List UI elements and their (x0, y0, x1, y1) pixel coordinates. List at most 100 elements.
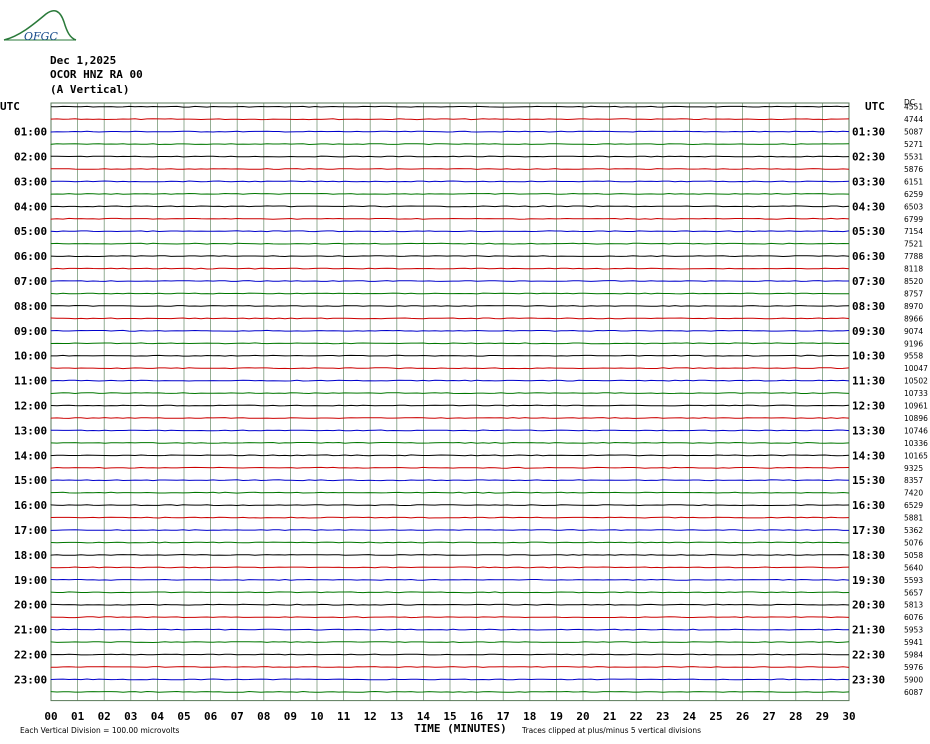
right-hour-labels: 01:30 02:30 03:30 04:30 05:30 06:30 07:30 08:30… (852, 126, 885, 687)
seismic-trace (50, 230, 850, 233)
left-hour-label: 14:00 (14, 449, 47, 462)
trace-count-label: 9558 (904, 352, 923, 361)
trace-count-labels: 4551474450875271553158766151625965036799… (904, 103, 928, 697)
right-hour-label: 22:30 (852, 649, 885, 662)
left-hour-label: 01:00 (14, 126, 47, 139)
x-tick-label: 27 (763, 710, 776, 723)
seismic-trace (50, 404, 850, 407)
trace-count-label: 5058 (904, 551, 923, 560)
trace-count-label: 5900 (904, 675, 923, 684)
trace-count-label: 7788 (904, 252, 923, 261)
trace-count-label: 10502 (904, 377, 928, 386)
trace-count-label: 5953 (904, 626, 923, 635)
trace-count-label: 5976 (904, 663, 923, 672)
x-tick-label: 28 (789, 710, 802, 723)
trace-count-label: 10961 (904, 402, 928, 411)
scale-note: Each Vertical Division = 100.00 microvol… (20, 726, 180, 735)
right-hour-label: 02:30 (852, 151, 885, 164)
left-hour-label: 12:00 (14, 400, 47, 413)
left-hour-label: 16:00 (14, 499, 47, 512)
trace-count-label: 9074 (904, 327, 923, 336)
trace-count-label: 8966 (904, 314, 923, 323)
left-hour-label: 08:00 (14, 300, 47, 313)
right-hour-label: 08:30 (852, 300, 885, 313)
x-tick-label: 02 (98, 710, 111, 723)
dc-label: DC (904, 98, 915, 107)
trace-count-label: 8970 (904, 302, 923, 311)
left-hour-label: 17:00 (14, 524, 47, 537)
left-hour-label: 13:00 (14, 424, 47, 437)
trace-count-label: 10047 (904, 364, 928, 373)
trace-count-label: 10896 (904, 414, 928, 423)
seismic-trace (50, 217, 850, 220)
right-hour-label: 17:30 (852, 524, 885, 537)
seismic-trace (50, 541, 850, 544)
trace-count-label: 6799 (904, 215, 923, 224)
utc-right-label: UTC (865, 100, 885, 113)
x-tick-label: 05 (177, 710, 190, 723)
x-tick-label: 07 (231, 710, 244, 723)
left-hour-label: 10:00 (14, 350, 47, 363)
seismic-trace (50, 454, 850, 457)
x-tick-label: 13 (390, 710, 403, 723)
x-tick-label: 30 (842, 710, 855, 723)
left-hour-label: 20:00 (14, 599, 47, 612)
x-tick-label: 24 (683, 710, 697, 723)
trace-count-label: 4744 (904, 115, 923, 124)
seismic-trace (50, 105, 850, 108)
seismic-trace (50, 429, 850, 432)
seismic-trace (50, 591, 850, 594)
seismic-trace (50, 118, 850, 121)
seismic-trace (50, 578, 850, 581)
seismic-trace (50, 143, 850, 146)
right-hour-label: 23:30 (852, 673, 885, 686)
x-tick-label: 12 (364, 710, 377, 723)
seismic-trace (50, 155, 850, 158)
header-station: OCOR HNZ RA 00 (50, 68, 143, 81)
seismic-trace (50, 628, 850, 631)
right-hour-label: 18:30 (852, 549, 885, 562)
trace-count-label: 5941 (904, 638, 923, 647)
clip-note: Traces clipped at plus/minus 5 vertical … (521, 726, 701, 735)
left-hour-label: 21:00 (14, 624, 47, 637)
trace-count-label: 6529 (904, 501, 923, 510)
seismic-trace (50, 342, 850, 345)
trace-count-label: 9196 (904, 339, 923, 348)
seismic-trace (50, 566, 850, 569)
trace-count-label: 8520 (904, 277, 923, 286)
trace-count-label: 10733 (904, 389, 928, 398)
left-hour-label: 02:00 (14, 151, 47, 164)
left-hour-label: 06:00 (14, 250, 47, 263)
utc-left-label: UTC (0, 100, 20, 113)
seismic-trace (50, 491, 850, 494)
right-hour-label: 05:30 (852, 225, 885, 238)
seismic-trace (50, 466, 850, 469)
seismic-trace (50, 280, 849, 282)
seismic-trace (50, 329, 850, 332)
trace-count-label: 5271 (904, 140, 923, 149)
seismic-trace (50, 392, 850, 395)
trace-count-label: 5657 (904, 588, 923, 597)
seismic-trace (50, 641, 850, 644)
x-tick-label: 29 (816, 710, 829, 723)
x-tick-label: 10 (310, 710, 323, 723)
trace-count-label: 6259 (904, 190, 923, 199)
x-tick-label: 00 (44, 710, 57, 723)
right-hour-label: 13:30 (852, 424, 885, 437)
trace-count-label: 10336 (904, 439, 928, 448)
trace-count-label: 10746 (904, 426, 928, 435)
trace-count-label: 6087 (904, 688, 923, 697)
right-hour-label: 03:30 (852, 175, 885, 188)
trace-count-label: 9325 (904, 464, 923, 473)
left-hour-label: 19:00 (14, 574, 47, 587)
seismic-trace (50, 653, 849, 656)
left-hour-label: 15:00 (14, 474, 47, 487)
left-hour-label: 04:00 (14, 200, 47, 213)
trace-count-label: 5593 (904, 576, 923, 585)
trace-count-label: 5640 (904, 563, 923, 572)
left-hour-label: 11:00 (14, 375, 47, 388)
left-hour-label: 22:00 (14, 649, 47, 662)
x-tick-label: 18 (523, 710, 536, 723)
seismic-trace (50, 192, 850, 195)
x-tick-label: 01 (71, 710, 85, 723)
